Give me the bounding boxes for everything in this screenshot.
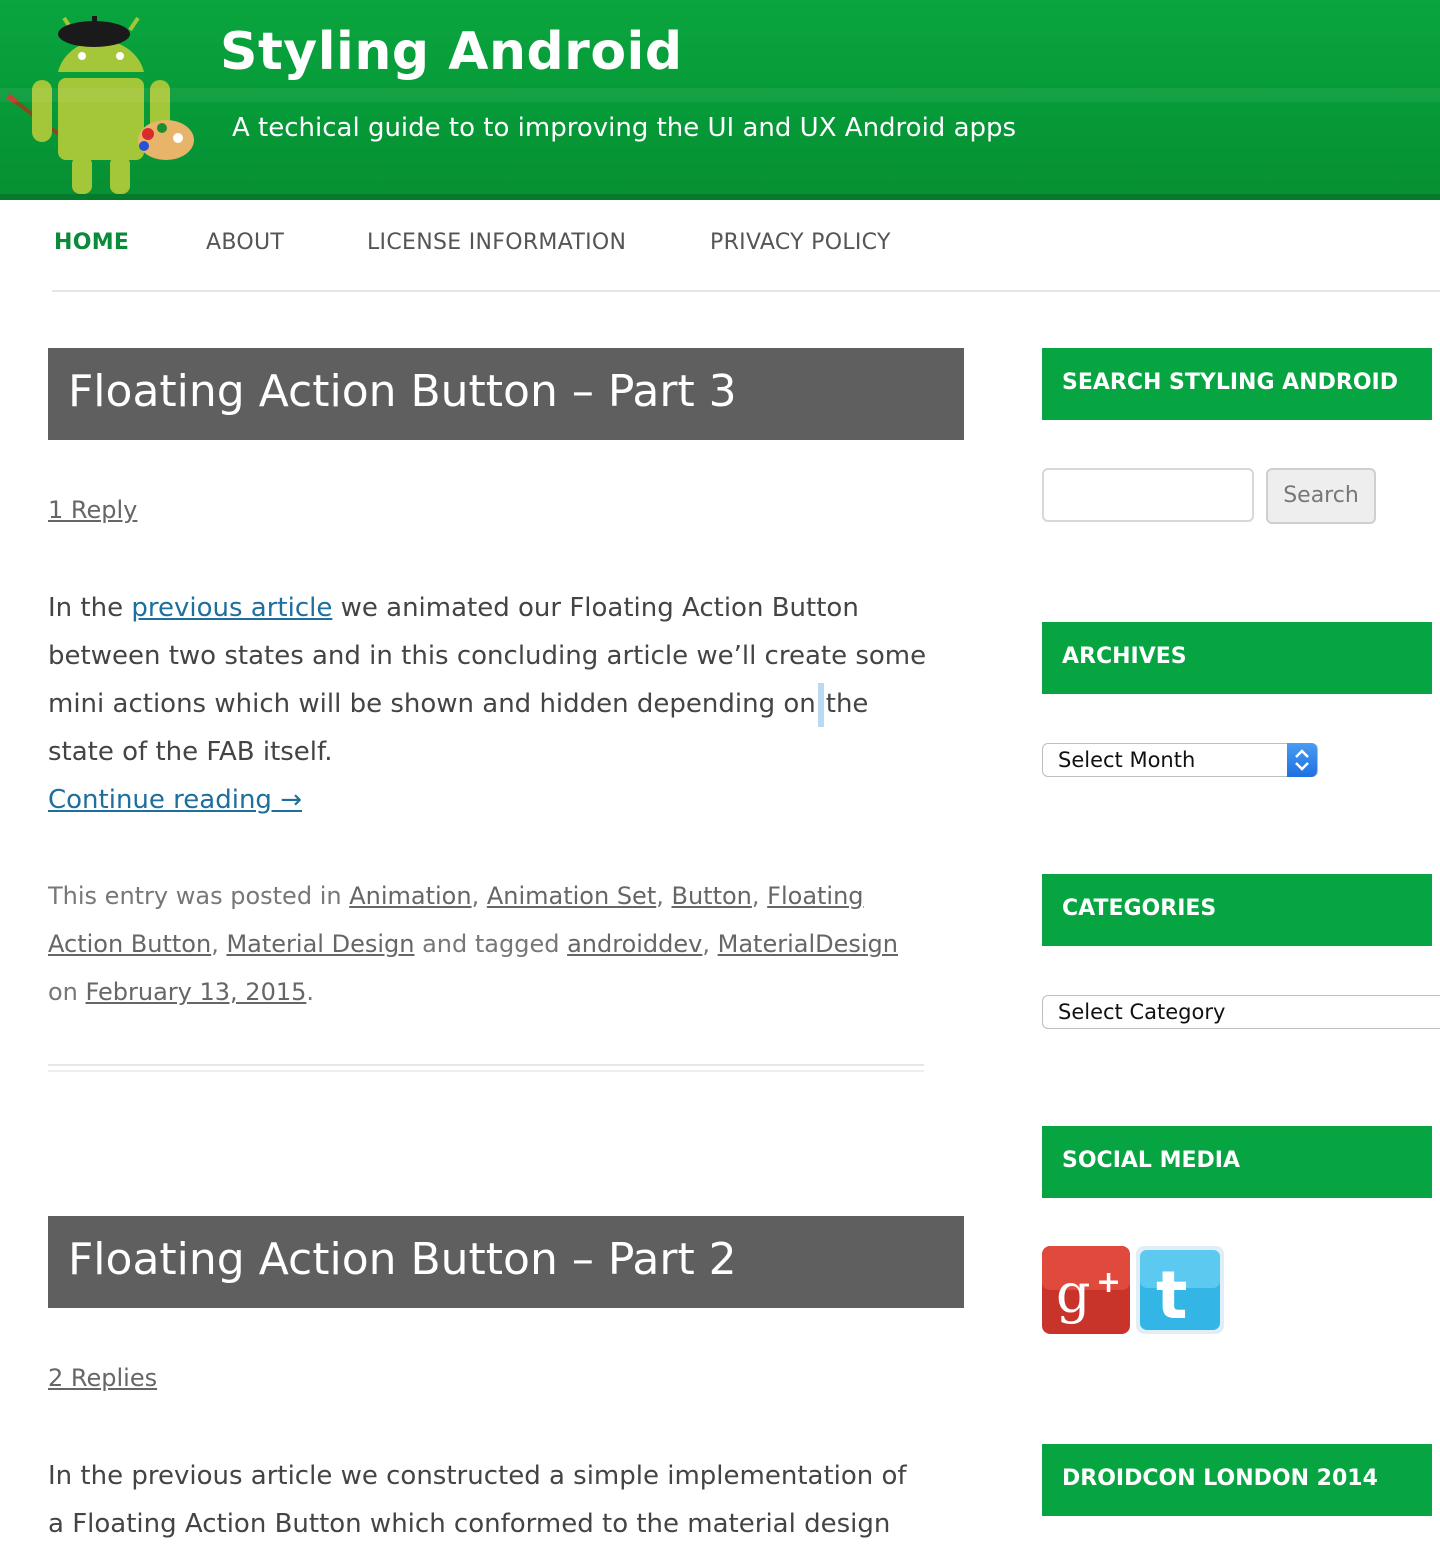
site-title[interactable]: Styling Android	[220, 22, 683, 82]
post-meta: This entry was posted in Animation, Anim…	[48, 882, 898, 1006]
category-link[interactable]: Material Design	[226, 930, 414, 958]
widget-title: SEARCH STYLING ANDROID	[1062, 370, 1398, 395]
post-title-bar: Floating Action Button – Part 3	[48, 348, 964, 440]
archives-select[interactable]: Select Month	[1042, 743, 1318, 777]
post-excerpt: In the previous article we constructed a…	[48, 1461, 907, 1539]
post-date-link[interactable]: February 13, 2015	[86, 978, 307, 1006]
svg-text:t: t	[1156, 1257, 1188, 1334]
widget-title: ARCHIVES	[1062, 644, 1187, 669]
category-link[interactable]: Button	[672, 882, 752, 910]
widget-title: DROIDCON LONDON 2014	[1062, 1466, 1378, 1491]
post-title[interactable]: Floating Action Button – Part 3	[68, 366, 737, 417]
nav-item-home[interactable]: HOME	[54, 230, 129, 255]
android-painter-logo-icon[interactable]	[6, 10, 196, 196]
nav-item-privacy-policy[interactable]: PRIVACY POLICY	[710, 230, 891, 255]
droidcon-widget-title-bar: DROIDCON LONDON 2014	[1042, 1444, 1432, 1516]
post-title-bar: Floating Action Button – Part 2	[48, 1216, 964, 1308]
widget-title: SOCIAL MEDIA	[1062, 1148, 1240, 1173]
continue-reading-link[interactable]: Continue reading →	[48, 785, 302, 815]
site-tagline: A techical guide to to improving the UI …	[232, 113, 1017, 143]
nav-item-about[interactable]: ABOUT	[206, 230, 284, 255]
svg-text:g: g	[1056, 1262, 1091, 1325]
tag-link[interactable]: MaterialDesign	[718, 930, 898, 958]
select-arrows-icon	[1287, 743, 1317, 777]
social-widget-title-bar: SOCIAL MEDIA	[1042, 1126, 1432, 1198]
post-separator	[48, 1064, 924, 1072]
widget-title: CATEGORIES	[1062, 896, 1217, 921]
search-widget-title-bar: SEARCH STYLING ANDROID	[1042, 348, 1432, 420]
meta-text: This entry was posted in	[48, 882, 350, 910]
post-excerpt: In the previous article we animated our …	[48, 584, 928, 824]
meta-text: on	[48, 978, 86, 1006]
site-header: Styling Android A techical guide to to i…	[0, 0, 1440, 200]
categories-select-value: Select Category	[1058, 1000, 1226, 1024]
search-input[interactable]	[1042, 468, 1254, 522]
google-plus-icon[interactable]: g +	[1042, 1246, 1130, 1334]
categories-widget-title-bar: CATEGORIES	[1042, 874, 1432, 946]
svg-text:+: +	[1096, 1265, 1121, 1300]
previous-article-link[interactable]: previous article	[131, 593, 332, 623]
category-link[interactable]: Animation	[349, 882, 471, 910]
post-title[interactable]: Floating Action Button – Part 2	[68, 1234, 737, 1285]
replies-link[interactable]: 1 Reply	[48, 496, 137, 524]
replies-link[interactable]: 2 Replies	[48, 1364, 157, 1392]
categories-select[interactable]: Select Category	[1042, 995, 1440, 1029]
nav-item-license-information[interactable]: LICENSE INFORMATION	[367, 230, 626, 255]
search-button[interactable]: Search	[1266, 468, 1376, 524]
text-cursor	[817, 682, 824, 727]
category-link[interactable]: Animation Set	[487, 882, 656, 910]
archives-widget-title-bar: ARCHIVES	[1042, 622, 1432, 694]
meta-text: and tagged	[414, 930, 568, 958]
main-navigation: HOME ABOUT LICENSE INFORMATION PRIVACY P…	[52, 200, 1440, 292]
excerpt-text: In the	[48, 593, 132, 623]
twitter-icon[interactable]: t	[1136, 1246, 1224, 1334]
archives-select-value: Select Month	[1058, 748, 1196, 772]
tag-link[interactable]: androiddev	[567, 930, 702, 958]
